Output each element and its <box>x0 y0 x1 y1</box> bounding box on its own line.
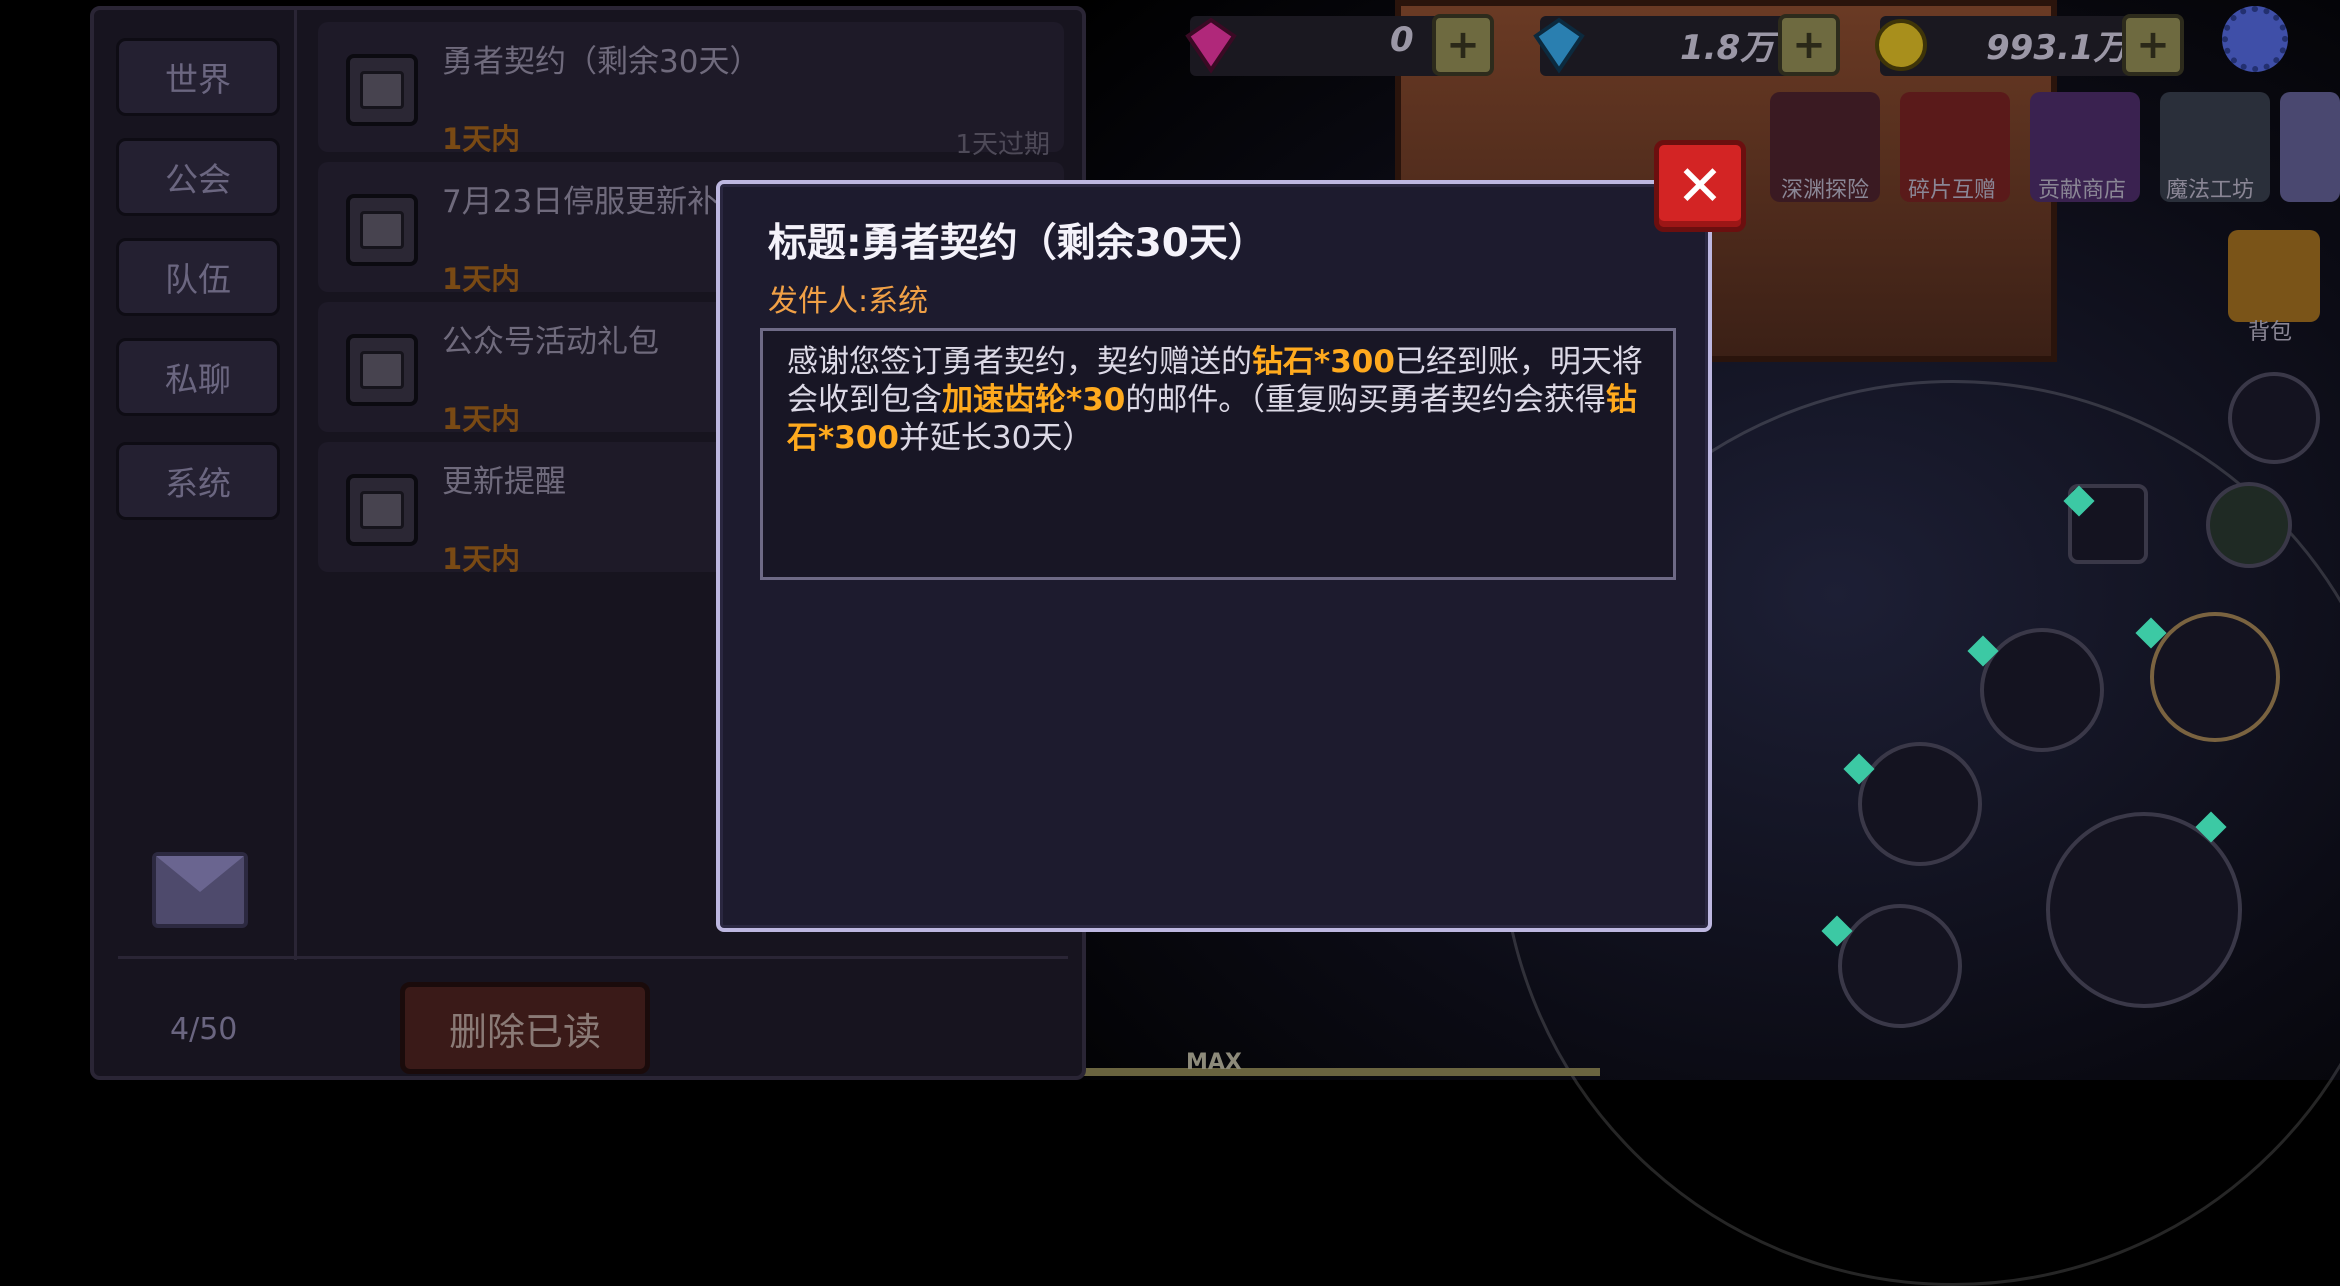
mail-title: 更新提醒 <box>442 464 566 500</box>
body-highlight-gears: 加速齿轮*30 <box>942 382 1126 418</box>
gold-value: 993.1万 <box>1986 28 2128 68</box>
max-level-label: MAX <box>1186 1050 1242 1075</box>
chat-emote-button[interactable] <box>2206 482 2292 568</box>
fragment-gift-label: 碎片互赠 <box>1907 178 1996 203</box>
dialog-sender: 发件人:系统 <box>768 284 929 319</box>
skill-target-button[interactable] <box>2150 612 2280 742</box>
mail-envelope-icon <box>152 852 248 928</box>
magic-workshop-label: 魔法工坊 <box>2165 178 2254 203</box>
gems-value: 0 <box>1390 20 1414 60</box>
body-text: 的邮件。（重复购买勇者契约会获得 <box>1125 382 1606 418</box>
mail-envelope-icon <box>346 474 418 546</box>
mail-expire: 1天过期 <box>955 130 1050 160</box>
contribution-shop-label: 贡献商店 <box>2037 178 2126 203</box>
dialog-title: 标题:勇者契约（剩余30天） <box>768 221 1267 266</box>
mail-count: 4/50 <box>170 1012 238 1047</box>
mail-time: 1天内 <box>442 122 521 156</box>
dialog-body: 感谢您签订勇者契约，契约赠送的钻石*300已经到账，明天将会收到包含加速齿轮*3… <box>760 328 1676 580</box>
skill-1-button[interactable] <box>1980 628 2104 752</box>
mail-title: 勇者契约（剩余30天） <box>442 44 761 80</box>
menu-grid-button[interactable] <box>2228 372 2320 464</box>
backpack-icon[interactable] <box>2228 230 2320 322</box>
gold-coin-icon <box>1875 19 1927 71</box>
xp-bar <box>1080 1068 1600 1076</box>
abyss-adventure-label: 深渊探险 <box>1780 178 1869 203</box>
purple-gem-icon <box>1185 17 1237 74</box>
close-dialog-button[interactable]: ✕ <box>1654 140 1746 232</box>
mail-title: 公众号活动礼包 <box>442 324 659 360</box>
add-diamonds-button[interactable]: + <box>1778 14 1840 76</box>
mail-title: 7月23日停服更新补偿 <box>442 184 750 220</box>
expand-arrow-button[interactable] <box>2280 92 2340 202</box>
side-divider <box>294 10 297 960</box>
add-gold-button[interactable]: + <box>2122 14 2184 76</box>
delete-read-button[interactable]: 删除已读 <box>400 982 650 1074</box>
body-highlight-diamonds: 钻石*300 <box>1252 344 1395 380</box>
skill-3-button[interactable] <box>1838 904 1962 1028</box>
bottom-divider <box>118 956 1068 959</box>
mail-dialog: 标题:勇者契约（剩余30天） 发件人:系统 感谢您签订勇者契约，契约赠送的钻石*… <box>716 180 1712 932</box>
tab-team[interactable]: 队伍 <box>116 238 280 316</box>
skill-2-button[interactable] <box>1858 742 1982 866</box>
body-text: 感谢您签订勇者契约，契约赠送的 <box>787 344 1252 380</box>
body-text: 并延长30天） <box>898 420 1094 456</box>
mail-envelope-icon <box>346 194 418 266</box>
add-gems-button[interactable]: + <box>1432 14 1494 76</box>
mail-envelope-icon <box>346 334 418 406</box>
blue-diamond-icon <box>1533 17 1585 74</box>
settings-gear-icon[interactable] <box>2222 6 2288 72</box>
tab-world[interactable]: 世界 <box>116 38 280 116</box>
mail-item[interactable]: 勇者契约（剩余30天） 1天内 1天过期 <box>318 22 1064 160</box>
diamonds-value: 1.8万 <box>1680 28 1775 68</box>
mail-time: 1天内 <box>442 542 521 576</box>
attack-button[interactable] <box>2046 812 2242 1008</box>
mail-envelope-icon <box>346 54 418 126</box>
mail-time: 1天内 <box>442 402 521 436</box>
tab-private-chat[interactable]: 私聊 <box>116 338 280 416</box>
backpack-label: 背包 <box>2248 320 2293 345</box>
tab-system[interactable]: 系统 <box>116 442 280 520</box>
mail-time: 1天内 <box>442 262 521 296</box>
tab-guild[interactable]: 公会 <box>116 138 280 216</box>
